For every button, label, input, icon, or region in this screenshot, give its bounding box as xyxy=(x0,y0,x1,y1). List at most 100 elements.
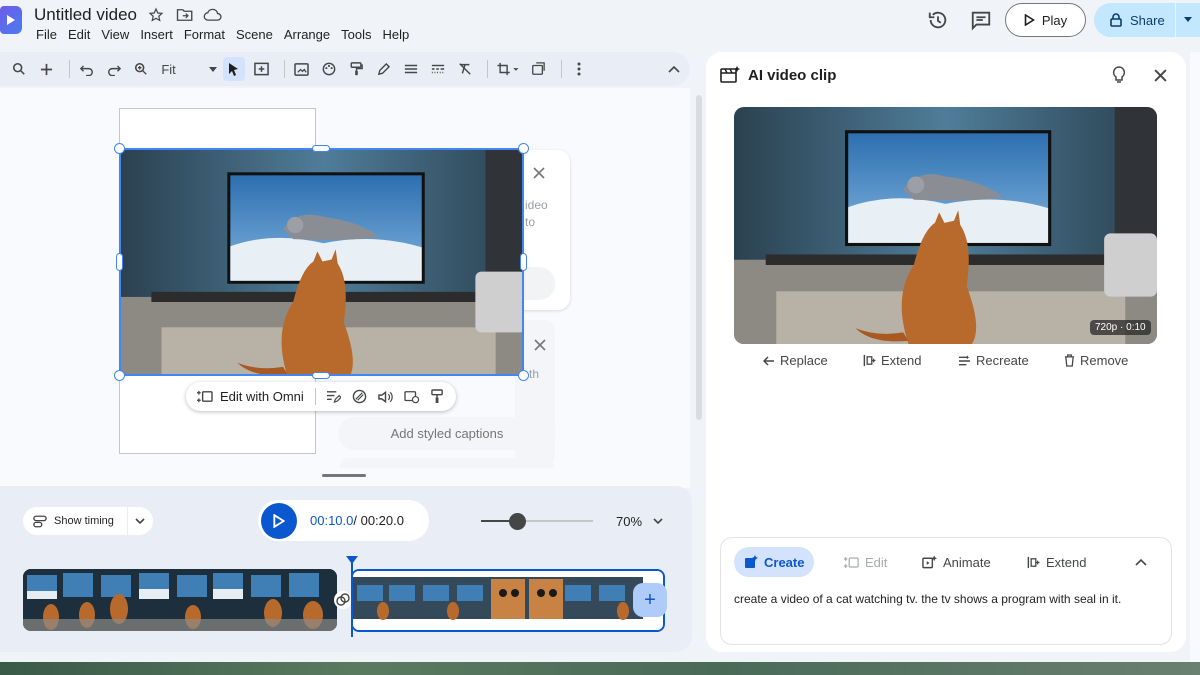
video-preview[interactable] xyxy=(734,107,1157,344)
document-title[interactable]: Untitled video xyxy=(34,5,137,25)
tab-create-label: Create xyxy=(764,554,805,570)
captions-edit-icon[interactable] xyxy=(326,390,341,403)
selected-video-clip[interactable] xyxy=(119,148,524,376)
tab-extend-label: Extend xyxy=(1046,554,1087,570)
remove-button[interactable]: Remove xyxy=(1064,353,1128,368)
app-logo[interactable] xyxy=(0,6,22,34)
playhead[interactable] xyxy=(351,557,353,637)
menu-help[interactable]: Help xyxy=(382,27,415,42)
prompt-text[interactable]: create a video of a cat watching tv. the… xyxy=(734,592,1121,606)
show-timing-button[interactable]: Show timing xyxy=(23,507,153,535)
replace-label: Replace xyxy=(780,353,828,368)
edit-with-omni-button[interactable]: Edit with Omni xyxy=(220,389,304,404)
background-icon[interactable] xyxy=(291,57,313,81)
tab-edit-label: Edit xyxy=(865,554,888,570)
timeline-zoom-percent: 70% xyxy=(616,514,643,529)
select-cursor-icon[interactable] xyxy=(223,57,246,81)
omni-edit-icon xyxy=(197,390,213,403)
clear-format-icon[interactable] xyxy=(454,57,476,81)
chevron-down-icon[interactable] xyxy=(653,518,663,524)
play-button[interactable]: Play xyxy=(1005,3,1086,37)
transition-icon[interactable] xyxy=(334,591,352,609)
timeline-clip-selected[interactable] xyxy=(351,569,665,632)
suggestion-text: ideo xyxy=(525,198,548,212)
replace-image-icon[interactable] xyxy=(527,57,549,81)
tab-create[interactable]: Create xyxy=(734,547,815,577)
panel-resize-grip[interactable] xyxy=(322,474,366,477)
effects-icon[interactable] xyxy=(352,389,367,404)
remove-label: Remove xyxy=(1080,353,1129,368)
lightbulb-icon[interactable] xyxy=(1112,66,1126,84)
tab-edit[interactable]: Edit xyxy=(833,547,897,577)
add-clip-button[interactable]: + xyxy=(633,583,667,617)
menu-file[interactable]: File xyxy=(36,27,63,42)
collapse-prompt-icon[interactable] xyxy=(1135,558,1147,566)
chevron-down-icon[interactable] xyxy=(135,518,145,524)
crop-icon[interactable] xyxy=(494,57,522,81)
timeline-clip[interactable] xyxy=(23,569,337,631)
star-icon[interactable] xyxy=(148,7,166,23)
add-icon[interactable] xyxy=(35,57,57,81)
comments-icon[interactable] xyxy=(970,9,992,31)
resize-handle[interactable] xyxy=(518,143,529,154)
extend-icon xyxy=(863,354,876,367)
share-label: Share xyxy=(1130,12,1165,28)
tab-extend[interactable]: Extend xyxy=(1016,547,1096,577)
resize-handle[interactable] xyxy=(114,370,125,381)
vertical-scrollbar[interactable] xyxy=(696,95,702,420)
arrow-left-icon xyxy=(763,355,774,366)
menu-arrange[interactable]: Arrange xyxy=(284,27,336,42)
tab-animate[interactable]: Animate xyxy=(912,547,1001,577)
zoom-icon[interactable] xyxy=(130,57,152,81)
border-weight-icon[interactable] xyxy=(400,57,422,81)
playhead-marker[interactable] xyxy=(346,556,358,564)
pen-icon[interactable] xyxy=(372,57,394,81)
move-folder-icon[interactable] xyxy=(176,7,194,23)
volume-icon[interactable] xyxy=(378,390,393,404)
menu-scene[interactable]: Scene xyxy=(236,27,279,42)
search-menus-icon[interactable] xyxy=(8,57,30,81)
resize-handle[interactable] xyxy=(518,370,529,381)
lock-icon xyxy=(1110,13,1122,27)
suggestion-text: th xyxy=(529,367,540,381)
close-icon[interactable] xyxy=(533,167,545,179)
replace-button[interactable]: Replace xyxy=(763,353,828,368)
menu-tools[interactable]: Tools xyxy=(341,27,377,42)
show-timing-label: Show timing xyxy=(54,515,114,527)
resize-handle[interactable] xyxy=(114,143,125,154)
close-icon[interactable] xyxy=(534,339,546,351)
insert-textbox-icon[interactable] xyxy=(250,57,272,81)
resize-handle[interactable] xyxy=(312,145,330,152)
paint-format-icon[interactable] xyxy=(345,57,367,81)
resize-handle[interactable] xyxy=(116,253,123,271)
add-styled-captions-button[interactable]: Add styled captions xyxy=(338,417,556,450)
zoom-select[interactable]: Fit xyxy=(157,62,218,77)
collapse-toolbar-icon[interactable] xyxy=(663,57,685,81)
resize-handle[interactable] xyxy=(312,372,330,379)
theme-palette-icon[interactable] xyxy=(318,57,340,81)
total-duration: / 00:20.0 xyxy=(353,513,404,528)
edit-icon xyxy=(843,556,859,568)
replace-media-icon[interactable] xyxy=(404,390,420,404)
play-label: Play xyxy=(1041,12,1068,28)
border-dash-icon[interactable] xyxy=(427,57,449,81)
menu-edit[interactable]: Edit xyxy=(68,27,96,42)
menu-view[interactable]: View xyxy=(101,27,135,42)
version-history-icon[interactable] xyxy=(927,9,949,31)
timeline-play-button[interactable] xyxy=(261,502,297,539)
extend-button[interactable]: Extend xyxy=(862,353,921,368)
recreate-button[interactable]: Recreate xyxy=(958,353,1029,368)
format-painter-icon[interactable] xyxy=(431,389,444,404)
close-panel-icon[interactable] xyxy=(1154,69,1167,82)
redo-icon[interactable] xyxy=(103,57,125,81)
share-button[interactable]: Share xyxy=(1094,3,1200,37)
play-icon xyxy=(1024,14,1035,26)
toolbar: Fit xyxy=(0,52,690,86)
chevron-down-icon[interactable] xyxy=(1184,17,1192,22)
menu-format[interactable]: Format xyxy=(184,27,231,42)
menu-insert[interactable]: Insert xyxy=(140,27,179,42)
undo-icon[interactable] xyxy=(75,57,97,81)
more-options-icon[interactable] xyxy=(567,57,589,81)
recreate-label: Recreate xyxy=(976,353,1029,368)
resize-handle[interactable] xyxy=(520,253,527,271)
